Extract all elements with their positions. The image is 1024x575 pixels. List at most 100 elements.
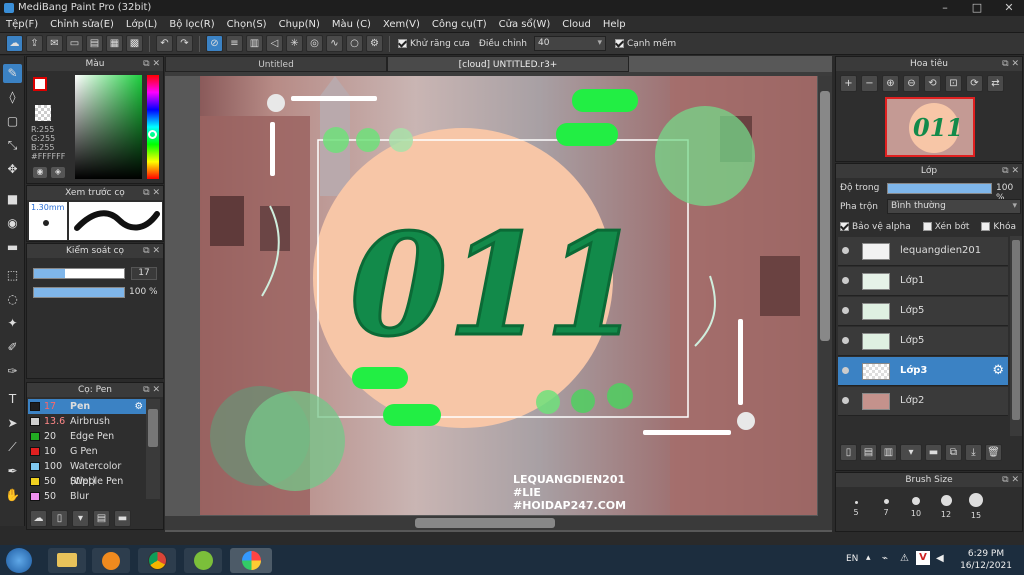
new-8bit-layer-icon[interactable]: ▥ bbox=[880, 444, 897, 461]
brush-item[interactable]: 20 Edge Pen bbox=[28, 429, 146, 444]
layer-row[interactable]: lequangdien201 bbox=[838, 237, 1008, 266]
artwork-canvas[interactable]: 011 LEQUANGDIEN201 #LIE #HOIDAP247.COM bbox=[200, 76, 817, 515]
menu-window[interactable]: Cửa sổ(W) bbox=[499, 19, 551, 30]
menu-view[interactable]: Xem(V) bbox=[383, 19, 420, 30]
brush-item[interactable]: 50 Blur bbox=[28, 489, 146, 504]
layers-scroll-thumb[interactable] bbox=[1012, 240, 1020, 420]
operation-tool-icon[interactable]: ➤ bbox=[3, 414, 22, 433]
panel-icon[interactable]: ▦ bbox=[106, 35, 123, 52]
select-pen-icon[interactable]: ✐ bbox=[3, 338, 22, 357]
saturation-value-picker[interactable] bbox=[75, 75, 142, 179]
layer-row[interactable]: Lớp5 bbox=[838, 327, 1008, 356]
menu-tools[interactable]: Công cụ(T) bbox=[432, 19, 487, 30]
material-icon[interactable]: ▤ bbox=[86, 35, 103, 52]
gradient-tool-icon[interactable]: ▬ bbox=[3, 238, 22, 257]
select-rect-icon[interactable]: ⬚ bbox=[3, 266, 22, 285]
menu-help[interactable]: Help bbox=[603, 19, 626, 30]
zoom-out-icon[interactable]: − bbox=[861, 75, 878, 92]
adjust-select[interactable]: 40 ▾ bbox=[533, 36, 606, 51]
brush-opacity-slider[interactable] bbox=[33, 287, 125, 298]
new-halftone-layer-icon[interactable]: ▤ bbox=[860, 444, 877, 461]
brush-list-scrollbar[interactable] bbox=[146, 399, 160, 499]
layer-row[interactable]: Lớp5 bbox=[838, 297, 1008, 326]
brush-settings-icon[interactable]: ▤ bbox=[93, 510, 110, 527]
add-layer-menu-icon[interactable]: ▾ bbox=[900, 444, 922, 461]
gear-icon[interactable]: ⚙ bbox=[134, 399, 143, 414]
foreground-color-swatch[interactable] bbox=[33, 77, 47, 91]
maximize-button[interactable]: □ bbox=[962, 0, 992, 16]
menu-snap[interactable]: Chụp(N) bbox=[279, 19, 320, 30]
protect-alpha-option[interactable]: Bảo vệ alpha bbox=[840, 222, 911, 232]
swap-icon[interactable]: ◈ bbox=[51, 167, 65, 178]
tab-cloud-untitled[interactable]: [cloud] UNTITLED.r3+ bbox=[387, 56, 629, 72]
brush-item[interactable]: 10 G Pen bbox=[28, 444, 146, 459]
hue-handle[interactable] bbox=[148, 130, 157, 139]
palette-icon[interactable]: ◉ bbox=[33, 167, 47, 178]
add-brush-icon[interactable]: ▯ bbox=[51, 510, 68, 527]
flip-icon[interactable]: ⇄ bbox=[987, 75, 1004, 92]
brush-item[interactable]: 17 Pen ⚙ bbox=[28, 399, 146, 414]
vertical-scrollbar[interactable] bbox=[818, 76, 832, 516]
snap-off-icon[interactable]: ⊘ bbox=[206, 35, 223, 52]
bucket-tool-icon[interactable]: ◉ bbox=[3, 214, 22, 233]
menu-edit[interactable]: Chỉnh sửa(E) bbox=[50, 19, 114, 30]
menu-cloud[interactable]: Cloud bbox=[562, 19, 591, 30]
merge-layer-icon[interactable]: ⤓ bbox=[965, 444, 982, 461]
text-tool-icon[interactable]: T bbox=[3, 390, 22, 409]
close-button[interactable]: ✕ bbox=[994, 0, 1024, 16]
brush-item[interactable]: 50 Stipple Pen bbox=[28, 474, 146, 489]
tab-untitled[interactable]: Untitled bbox=[165, 56, 387, 72]
curve-snap-icon[interactable]: ∿ bbox=[326, 35, 343, 52]
clipping-checkbox[interactable] bbox=[922, 222, 932, 231]
rotate-left-icon[interactable]: ⟲ bbox=[924, 75, 941, 92]
vanishing-snap-icon[interactable]: ◁ bbox=[266, 35, 283, 52]
language-indicator[interactable]: EN bbox=[846, 554, 858, 564]
eye-icon[interactable] bbox=[842, 337, 849, 344]
comment-icon[interactable]: ✉ bbox=[46, 35, 63, 52]
parallel-snap-icon[interactable]: ≡ bbox=[226, 35, 243, 52]
horizontal-scroll-thumb[interactable] bbox=[415, 518, 555, 528]
chrome-taskbar-icon[interactable] bbox=[138, 548, 176, 573]
share-icon[interactable]: ⇪ bbox=[26, 35, 43, 52]
blend-mode-select[interactable]: Bình thường ▾ bbox=[887, 199, 1021, 214]
ellipse-snap-icon[interactable]: ○ bbox=[346, 35, 363, 52]
circle-snap-icon[interactable]: ◎ bbox=[306, 35, 323, 52]
media-player-taskbar-icon[interactable] bbox=[92, 548, 130, 573]
grid-icon[interactable]: ▩ bbox=[126, 35, 143, 52]
eye-icon[interactable] bbox=[842, 307, 849, 314]
layer-folder-icon[interactable]: ▬ bbox=[925, 444, 942, 461]
network-icon[interactable]: ⌁ bbox=[882, 553, 888, 564]
eye-icon[interactable] bbox=[842, 247, 849, 254]
brush-list-scroll-thumb[interactable] bbox=[148, 409, 158, 447]
vertical-scroll-thumb[interactable] bbox=[820, 91, 830, 341]
menu-layer[interactable]: Lớp(L) bbox=[126, 19, 157, 30]
actual-size-icon[interactable]: ⊖ bbox=[903, 75, 920, 92]
brush-size-option[interactable]: 5 bbox=[846, 497, 866, 517]
brush-size-value[interactable]: 17 bbox=[131, 267, 157, 280]
gear-icon[interactable]: ⚙ bbox=[992, 363, 1004, 378]
protect-alpha-checkbox[interactable] bbox=[840, 222, 849, 231]
menu-color[interactable]: Màu (C) bbox=[332, 19, 371, 30]
duplicate-layer-icon[interactable]: ⧉ bbox=[945, 444, 962, 461]
sharp-edge-option[interactable]: Cạnh mềm bbox=[614, 38, 676, 49]
clipping-option[interactable]: Xén bớt bbox=[922, 222, 969, 232]
sharp-edge-checkbox[interactable] bbox=[614, 38, 624, 48]
navigator-thumbnail[interactable]: 011 bbox=[885, 97, 975, 157]
zoom-fit-icon[interactable]: ⊕ bbox=[882, 75, 899, 92]
antialias-option[interactable]: Khử răng cưa bbox=[398, 38, 470, 49]
brush-item[interactable]: 100 Watercolor (Wet) bbox=[28, 459, 146, 487]
app-taskbar-icon[interactable] bbox=[184, 548, 222, 573]
move-tool-icon[interactable]: ✥ bbox=[3, 160, 22, 179]
select-eraser-icon[interactable]: ✑ bbox=[3, 362, 22, 381]
brush-size-option[interactable]: 10 bbox=[906, 493, 926, 518]
snap-settings-icon[interactable]: ⚙ bbox=[366, 35, 383, 52]
menu-filter[interactable]: Bộ lọc(R) bbox=[169, 19, 214, 30]
dot-tool-icon[interactable]: ▢ bbox=[3, 112, 22, 131]
cloud-brush-icon[interactable]: ☁ bbox=[30, 510, 47, 527]
start-button[interactable] bbox=[6, 548, 32, 573]
brush-size-option[interactable]: 12 bbox=[936, 491, 956, 519]
cloud-icon[interactable]: ☁ bbox=[6, 35, 23, 52]
fit-window-icon[interactable]: ⊡ bbox=[945, 75, 962, 92]
layer-row-selected[interactable]: Lớp3 ⚙ bbox=[838, 357, 1008, 386]
rotate-right-icon[interactable]: ⟳ bbox=[966, 75, 983, 92]
